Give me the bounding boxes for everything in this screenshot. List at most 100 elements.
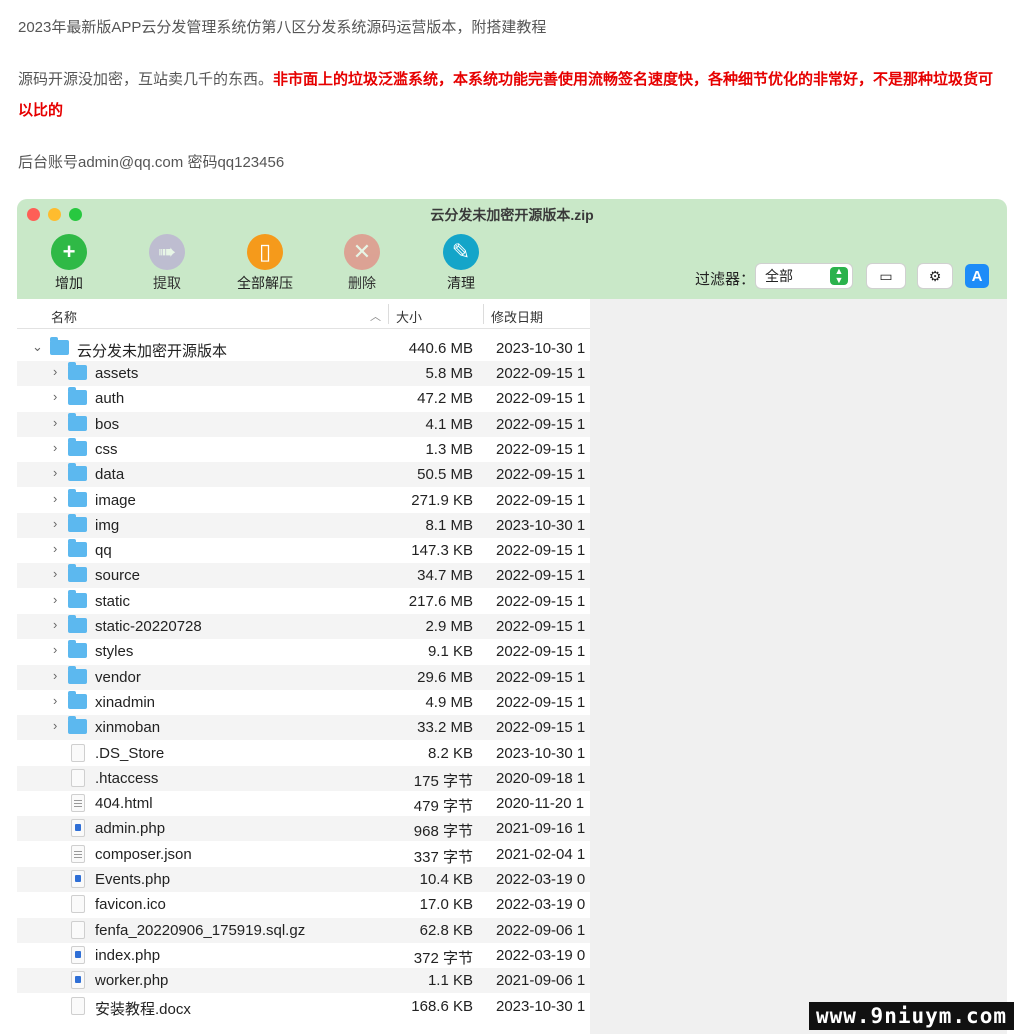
row-size: 2.9 MB — [425, 618, 473, 635]
chevron-right-icon[interactable]: › — [53, 465, 57, 480]
folder-row[interactable]: › styles 9.1 KB 2022-09-15 1 — [17, 639, 590, 664]
file-row[interactable]: index.php 372 字节 2022-03-19 0 — [17, 943, 590, 968]
chevron-right-icon[interactable]: › — [53, 617, 57, 632]
file-row[interactable]: .DS_Store 8.2 KB 2023-10-30 1 — [17, 741, 590, 766]
folder-icon — [50, 337, 69, 355]
row-size: 217.6 MB — [408, 592, 473, 610]
file-icon — [71, 920, 85, 939]
row-size: 62.8 KB — [419, 921, 473, 939]
filter-select[interactable]: 全部 ▲ ▼ — [756, 264, 852, 288]
folder-icon — [68, 716, 87, 735]
row-date: 2020-09-18 1 — [496, 769, 586, 787]
extract-all-label: 全部解压 — [237, 275, 293, 291]
chevron-down-icon[interactable]: ⌄ — [32, 339, 43, 355]
chevron-right-icon[interactable]: › — [53, 693, 57, 708]
row-size: 4.9 MB — [425, 693, 473, 711]
site-watermark: www.9niuym.com — [809, 1002, 1014, 1030]
folder-row[interactable]: › qq 147.3 KB 2022-09-15 1 — [17, 538, 590, 563]
extract-all-button[interactable]: ▯ 全部解压 — [230, 234, 300, 293]
filter-value: 全部 — [765, 268, 793, 284]
chevron-right-icon[interactable]: › — [53, 668, 57, 683]
row-name: composer.json — [95, 845, 192, 863]
sort-up-icon: ︿ — [370, 311, 381, 323]
delete-button[interactable]: ✕ 删除 — [327, 234, 397, 293]
row-name: 云分发未加密开源版本 — [77, 343, 228, 360]
folder-row[interactable]: › xinadmin 4.9 MB 2022-09-15 1 — [17, 690, 590, 715]
row-name: xinadmin — [95, 693, 156, 711]
folder-row[interactable]: › vendor 29.6 MB 2022-09-15 1 — [17, 664, 590, 690]
row-date: 2022-03-19 0 — [496, 946, 586, 964]
row-size: 8.2 KB — [427, 744, 473, 762]
row-size: 372 字节 — [413, 949, 473, 967]
name-column-header[interactable]: 名称 — [51, 307, 77, 326]
folder-row[interactable]: › static-20220728 2.9 MB 2022-09-15 1 — [17, 614, 590, 639]
file-row[interactable]: admin.php 968 字节 2021-09-16 1 — [17, 816, 590, 842]
file-row[interactable]: 安装教程.docx 168.6 KB 2023-10-30 1 — [17, 994, 590, 1019]
chevron-right-icon[interactable]: › — [53, 491, 57, 506]
file-row[interactable]: favicon.ico 17.0 KB 2022-03-19 0 — [17, 892, 590, 917]
chevron-right-icon[interactable]: › — [53, 566, 57, 581]
php-file-icon — [71, 870, 85, 888]
row-name: .DS_Store — [95, 744, 165, 762]
folder-row[interactable]: › css 1.3 MB 2022-09-15 1 — [17, 437, 590, 462]
file-row[interactable]: 404.html 479 字节 2020-11-20 1 — [17, 791, 590, 816]
row-size: 337 字节 — [413, 848, 473, 866]
extract-label: 提取 — [153, 275, 181, 291]
chevron-right-icon[interactable]: › — [53, 389, 57, 404]
root-folder-row[interactable]: ⌄ 云分发未加密开源版本 440.6 MB 2023-10-30 1 — [17, 336, 590, 361]
file-row[interactable]: Events.php 10.4 KB 2022-03-19 0 — [17, 867, 590, 892]
row-name: assets — [95, 365, 139, 382]
app-store-button[interactable]: A — [965, 264, 989, 288]
row-date: 2022-09-15 1 — [496, 567, 586, 585]
description-normal: 源码开源没加密，互站卖几千的东西。 — [18, 71, 274, 88]
row-name: css — [95, 440, 118, 458]
folder-row[interactable]: › bos 4.1 MB 2022-09-15 1 — [17, 411, 590, 437]
folder-icon — [68, 539, 87, 558]
chevron-right-icon[interactable]: › — [53, 415, 57, 430]
list-header: 名称 ︿ 大小 修改日期 — [17, 299, 590, 329]
file-row[interactable]: fenfa_20220906_175919.sql.gz 62.8 KB 2022-… — [17, 917, 590, 943]
row-size: 1.3 MB — [425, 440, 473, 458]
extract-button[interactable]: ➠ 提取 — [132, 234, 202, 293]
folder-row[interactable]: › img 8.1 MB 2023-10-30 1 — [17, 512, 590, 538]
chevron-right-icon[interactable]: › — [53, 541, 57, 556]
date-column-header[interactable]: 修改日期 — [491, 307, 543, 326]
folder-row[interactable]: › data 50.5 MB 2022-09-15 1 — [17, 462, 590, 488]
php-file-icon — [71, 971, 85, 990]
folder-row[interactable]: › assets 5.8 MB 2022-09-15 1 — [17, 361, 590, 386]
folder-row[interactable]: › xinmoban 33.2 MB 2022-09-15 1 — [17, 715, 590, 741]
file-row[interactable]: worker.php 1.1 KB 2021-09-06 1 — [17, 968, 590, 994]
preview-pane — [590, 299, 1007, 1034]
file-row[interactable]: .htaccess 175 字节 2020-09-18 1 — [17, 765, 590, 791]
chevron-right-icon[interactable]: › — [53, 642, 57, 657]
row-name: img — [95, 516, 120, 534]
extract-arrow-icon: ➠ — [149, 234, 185, 270]
chevron-right-icon[interactable]: › — [53, 592, 57, 607]
folder-row[interactable]: › image 271.9 KB 2022-09-15 1 — [17, 488, 590, 513]
row-size: 968 字节 — [413, 823, 473, 841]
row-size: 29.6 MB — [417, 668, 473, 686]
folder-row[interactable]: › source 34.7 MB 2022-09-15 1 — [17, 563, 590, 589]
chevron-right-icon[interactable]: › — [53, 516, 57, 531]
folder-icon — [68, 488, 87, 507]
folder-icon — [68, 640, 87, 659]
file-row[interactable]: composer.json 337 字节 2021-02-04 1 — [17, 842, 590, 867]
chevron-right-icon[interactable]: › — [53, 718, 57, 733]
sidebar-toggle-button[interactable]: ▭ — [867, 264, 905, 288]
folder-icon — [68, 387, 87, 406]
chevron-right-icon[interactable]: › — [53, 364, 57, 379]
row-name: xinmoban — [95, 719, 161, 737]
settings-button[interactable]: ⚙ — [918, 264, 952, 288]
size-column-header[interactable]: 大小 — [396, 307, 422, 326]
row-date: 2021-09-06 1 — [496, 972, 586, 990]
row-size: 271.9 KB — [411, 491, 473, 509]
clean-button[interactable]: ✎ 清理 — [426, 234, 496, 293]
folder-row[interactable]: › static 217.6 MB 2022-09-15 1 — [17, 589, 590, 614]
folder-icon — [68, 412, 87, 431]
row-name: source — [95, 567, 141, 585]
folder-row[interactable]: › auth 47.2 MB 2022-09-15 1 — [17, 386, 590, 411]
add-button[interactable]: + 增加 — [34, 234, 104, 293]
row-date: 2023-10-30 1 — [496, 997, 586, 1015]
folder-icon — [68, 564, 87, 583]
chevron-right-icon[interactable]: › — [53, 440, 57, 455]
